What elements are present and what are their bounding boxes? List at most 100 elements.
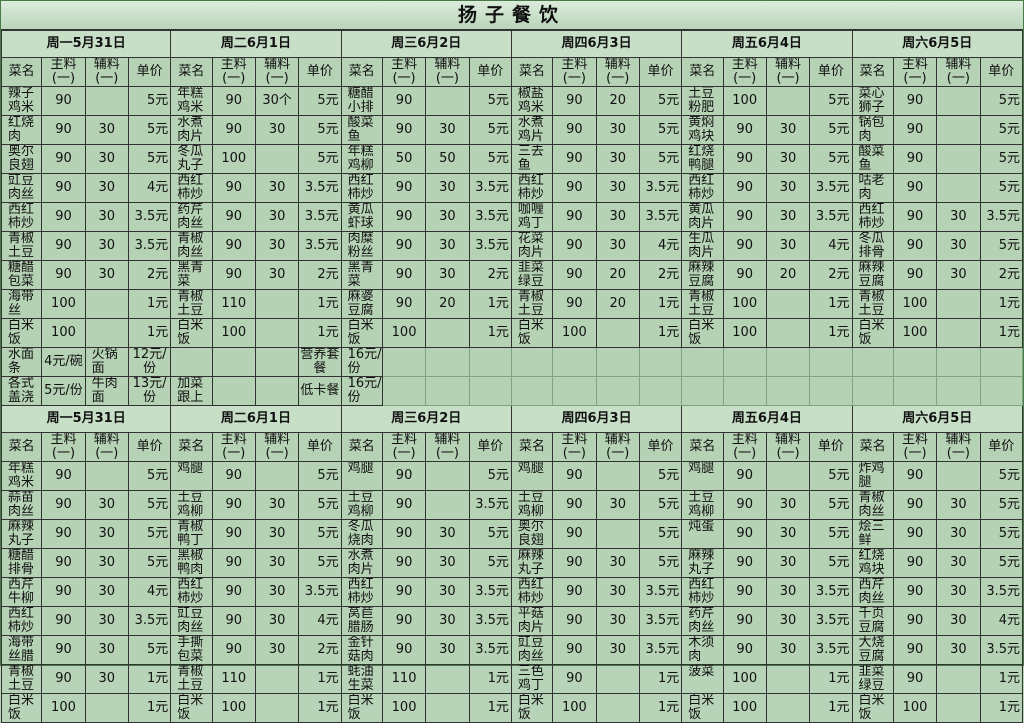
side-amount: 30 — [936, 259, 981, 290]
side-amount — [765, 85, 811, 116]
unit-price: 3.5元 — [298, 576, 342, 607]
extra-cell — [211, 375, 256, 406]
column-header: 菜名 — [170, 56, 213, 87]
side-amount: 20 — [595, 259, 640, 290]
unit-price: 5元 — [468, 460, 512, 491]
table-row: 豇豆肉丝 90 30 4元 西红柿炒 90 30 3.5元 西红柿炒 90 30 3.5元 西红柿炒 90… — [0, 172, 1023, 203]
side-amount: 30 — [595, 489, 640, 520]
table-row: 蒜苗肉丝 90 30 5元 土豆鸡柳 90 30 5元 土豆鸡柳 90 3.5元 土豆鸡柳 90 30 5元… — [0, 489, 1023, 520]
extra-cell: 16元/份 — [340, 346, 383, 377]
side-amount: 20 — [425, 288, 470, 319]
main-amount: 90 — [381, 172, 427, 203]
unit-price: 3.5元 — [468, 634, 512, 665]
dish-name: 西红柿炒 — [340, 576, 383, 607]
side-amount: 30 — [425, 201, 470, 232]
extra-cell: 5元/份 — [41, 375, 86, 406]
column-header: 菜名 — [510, 56, 554, 87]
day-header: 周四6月3日 — [510, 30, 683, 58]
day-header: 周三6月2日 — [340, 30, 512, 58]
side-amount — [765, 692, 811, 723]
unit-price: 5元 — [298, 489, 342, 520]
dish-name: 水煮肉片 — [340, 547, 383, 578]
dish-name: 西红柿炒 — [170, 172, 213, 203]
main-amount: 90 — [722, 114, 767, 145]
main-amount: 90 — [552, 172, 597, 203]
dish-name: 年糕鸡米 — [0, 460, 43, 491]
side-amount: 30 — [84, 663, 129, 694]
unit-price: 1元 — [638, 288, 683, 319]
side-amount: 30 — [84, 259, 129, 290]
dish-name: 麻辣丸子 — [0, 518, 43, 549]
dish-name: 烩三鲜 — [851, 518, 894, 549]
empty-cell — [892, 375, 938, 406]
table-row: 红烧肉 90 30 5元 水煮肉片 90 30 5元 酸菜鱼 90 30 5元 水煮鸡片 90 30 5元 黄焖… — [0, 114, 1023, 145]
dish-name: 鸡腿 — [510, 460, 554, 491]
empty-cell — [809, 375, 853, 406]
unit-price: 5元 — [638, 85, 683, 116]
unit-price: 2元 — [127, 259, 172, 290]
unit-price: 3.5元 — [468, 172, 512, 203]
main-amount: 90 — [41, 460, 86, 491]
side-amount — [425, 692, 470, 723]
unit-price: 3.5元 — [638, 172, 683, 203]
unit-price: 1元 — [638, 692, 683, 723]
empty-cell — [722, 346, 767, 377]
side-amount — [765, 460, 811, 491]
empty-cell — [510, 375, 554, 406]
main-amount: 90 — [722, 518, 767, 549]
main-amount: 100 — [41, 288, 86, 319]
side-amount — [254, 288, 300, 319]
side-amount: 30 — [84, 605, 129, 636]
dish-name: 白米饭 — [340, 317, 383, 348]
side-amount — [254, 663, 300, 694]
dish-name: 麻辣丸子 — [681, 547, 724, 578]
dish-name: 黑椒鸭肉 — [170, 547, 213, 578]
unit-price: 3.5元 — [298, 230, 342, 261]
main-amount: 90 — [722, 489, 767, 520]
main-amount: 90 — [892, 634, 938, 665]
main-amount: 90 — [41, 201, 86, 232]
extra-cell: 16元/份 — [340, 375, 383, 406]
unit-price: 1元 — [979, 663, 1023, 694]
main-amount: 90 — [552, 605, 597, 636]
main-amount: 90 — [552, 634, 597, 665]
unit-price: 1元 — [468, 317, 512, 348]
unit-price: 2元 — [468, 259, 512, 290]
side-amount — [425, 85, 470, 116]
main-amount: 90 — [381, 114, 427, 145]
main-amount: 110 — [211, 663, 256, 694]
extra-cell: 火锅面 — [84, 346, 129, 377]
day-header: 周三6月2日 — [340, 404, 512, 433]
side-amount — [84, 85, 129, 116]
empty-cell — [552, 375, 597, 406]
unit-price: 5元 — [298, 518, 342, 549]
main-amount: 90 — [892, 259, 938, 290]
dish-name: 年糕鸡柳 — [340, 143, 383, 174]
unit-price: 3.5元 — [638, 576, 683, 607]
side-amount: 30 — [425, 605, 470, 636]
table-row: 辣子鸡米 90 5元 年糕鸡米 90 30个 5元 糖醋小排 90 5元 椒盐鸡米 90 20 5元 土豆粉… — [0, 85, 1023, 116]
menu-table: 周一5月31日 周二6月1日 周三6月2日 周四6月3日 周五6月4日 周六6月5日 菜名主… — [0, 30, 1024, 723]
column-header: 辅料(一) — [84, 56, 129, 87]
main-amount: 90 — [552, 201, 597, 232]
main-amount: 90 — [552, 114, 597, 145]
side-amount — [254, 692, 300, 723]
dish-name: 三去鱼 — [510, 143, 554, 174]
unit-price: 3.5元 — [809, 605, 853, 636]
main-amount: 90 — [552, 230, 597, 261]
extras-row: 水面条 4元/碗 火锅面 12元/份 营养套餐 16元/份 — [0, 346, 1023, 377]
side-amount — [765, 663, 811, 694]
unit-price: 5元 — [979, 547, 1023, 578]
column-header: 主料(一) — [41, 431, 86, 462]
main-amount: 90 — [381, 288, 427, 319]
unit-price: 5元 — [127, 489, 172, 520]
side-amount: 30 — [425, 114, 470, 145]
unit-price: 5元 — [127, 634, 172, 665]
dish-name: 青椒鸭丁 — [170, 518, 213, 549]
unit-price: 3.5元 — [298, 201, 342, 232]
main-amount: 90 — [722, 201, 767, 232]
side-amount: 30 — [84, 634, 129, 665]
extra-cell: 营养套餐 — [298, 346, 342, 377]
column-header: 菜名 — [0, 56, 43, 87]
main-amount: 90 — [381, 547, 427, 578]
